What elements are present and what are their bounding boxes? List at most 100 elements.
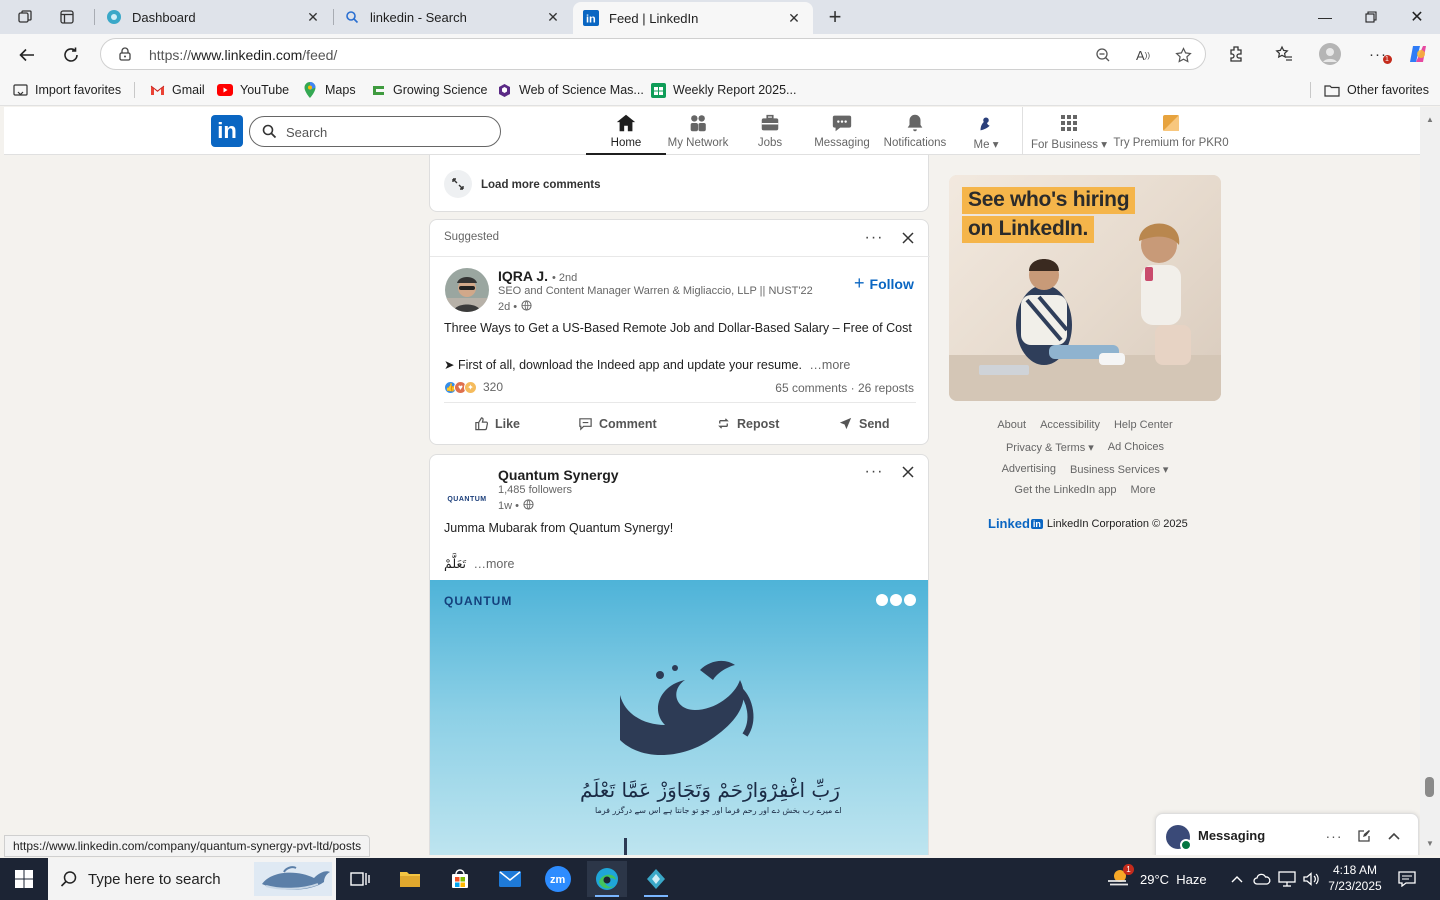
zoom-app-icon[interactable]: zm xyxy=(538,861,578,897)
footer-link-advertising[interactable]: Advertising xyxy=(1002,463,1056,476)
nav-notifications[interactable]: Notifications xyxy=(882,111,948,155)
linkedin-logo-icon[interactable]: in xyxy=(211,115,243,147)
tab-actions-icon[interactable] xyxy=(56,6,78,28)
address-bar[interactable]: https://www.linkedin.com/feed/ A)) xyxy=(100,38,1206,70)
workspaces-icon[interactable] xyxy=(14,6,36,28)
weather-widget[interactable]: 1 29°C Haze xyxy=(1106,858,1207,900)
footer-link-more[interactable]: More xyxy=(1131,484,1156,496)
like-button[interactable]: Like xyxy=(474,416,520,431)
dismiss-post-icon[interactable] xyxy=(898,462,918,482)
close-tab-icon[interactable]: ✕ xyxy=(304,8,322,26)
scroll-up-arrow-icon[interactable]: ▲ xyxy=(1424,113,1436,125)
favorite-weekly-report[interactable]: Weekly Report 2025... xyxy=(650,81,796,99)
refresh-icon[interactable] xyxy=(58,42,84,68)
author-name[interactable]: IQRA J. • 2nd xyxy=(498,268,577,284)
nav-home[interactable]: Home xyxy=(586,111,666,155)
url-text[interactable]: https://www.linkedin.com/feed/ xyxy=(149,47,337,63)
see-more-link[interactable]: …more xyxy=(473,557,514,571)
scroll-thumb[interactable] xyxy=(1425,777,1434,797)
tab-dashboard[interactable]: Dashboard ✕ xyxy=(96,2,332,32)
messaging-options-icon[interactable]: ··· xyxy=(1324,826,1344,846)
task-view-icon[interactable] xyxy=(340,861,380,897)
messaging-overlay[interactable]: Messaging ··· xyxy=(1155,813,1419,855)
footer-link-help-center[interactable]: Help Center xyxy=(1114,419,1173,431)
footer-link-ad-choices[interactable]: Ad Choices xyxy=(1108,441,1164,454)
nav-me[interactable]: Me ▾ xyxy=(964,111,1008,155)
comments-reposts-count[interactable]: 65 comments · 26 reposts xyxy=(775,381,914,395)
post-image[interactable]: QUANTUM رَبِّ اغْفِرْوَارْحَمْ وَتَجَاوَ… xyxy=(430,580,928,855)
nav-for-business[interactable]: For Business ▾ xyxy=(1031,111,1107,155)
settings-more-icon[interactable]: ··· 1 xyxy=(1366,42,1392,66)
tab-feed-linkedin[interactable]: in Feed | LinkedIn ✕ xyxy=(573,2,813,34)
network-status-icon[interactable] xyxy=(1278,858,1296,900)
copilot-icon[interactable] xyxy=(1406,42,1430,66)
favorite-web-of-science[interactable]: Web of Science Mas... xyxy=(496,81,644,99)
favorite-gmail[interactable]: Gmail xyxy=(149,81,205,99)
edge-browser-icon[interactable] xyxy=(587,861,627,897)
footer-link-accessibility[interactable]: Accessibility xyxy=(1040,419,1100,431)
taskbar-search-box[interactable]: Type here to search xyxy=(48,858,336,900)
file-explorer-icon[interactable] xyxy=(390,861,430,897)
scroll-down-arrow-icon[interactable]: ▼ xyxy=(1424,837,1436,849)
notification-center-icon[interactable] xyxy=(1398,858,1416,900)
favorite-maps[interactable]: Maps xyxy=(302,81,356,99)
maximize-icon[interactable] xyxy=(1348,0,1394,34)
favorite-star-icon[interactable] xyxy=(1173,45,1193,65)
onedrive-icon[interactable] xyxy=(1253,858,1271,900)
close-tab-icon[interactable]: ✕ xyxy=(785,9,803,27)
favorite-youtube[interactable]: YouTube xyxy=(217,81,289,99)
expand-comments-icon[interactable] xyxy=(444,170,472,198)
read-aloud-icon[interactable]: A)) xyxy=(1133,45,1153,65)
nav-messaging[interactable]: Messaging xyxy=(810,111,874,155)
linkedin-search-box[interactable] xyxy=(249,116,501,147)
minimize-icon[interactable]: — xyxy=(1302,0,1348,34)
volume-icon[interactable] xyxy=(1302,858,1320,900)
tab-linkedin-search[interactable]: linkedin - Search ✕ xyxy=(334,2,572,32)
nav-try-premium[interactable]: Try Premium for PKR0 xyxy=(1113,111,1229,155)
extensions-icon[interactable] xyxy=(1224,42,1248,66)
chevron-up-icon[interactable] xyxy=(1384,826,1404,846)
show-hidden-icons[interactable] xyxy=(1230,858,1244,900)
favorite-import[interactable]: Import favorites xyxy=(12,81,121,99)
close-tab-icon[interactable]: ✕ xyxy=(544,8,562,26)
hiring-ad-banner[interactable]: See who's hiring on LinkedIn. xyxy=(949,175,1221,401)
zoom-out-icon[interactable] xyxy=(1093,45,1113,65)
footer-link-privacy-terms[interactable]: Privacy & Terms ▾ xyxy=(1006,441,1094,454)
footer-link-about[interactable]: About xyxy=(997,419,1026,431)
new-tab-icon[interactable]: + xyxy=(824,4,846,29)
nav-my-network[interactable]: My Network xyxy=(666,111,730,155)
mail-icon[interactable] xyxy=(490,861,530,897)
back-icon[interactable] xyxy=(14,42,40,68)
follow-button[interactable]: + Follow xyxy=(854,273,914,294)
post-options-icon[interactable]: ··· xyxy=(862,462,886,482)
page-scrollbar[interactable]: ▲ ▼ xyxy=(1420,107,1440,855)
app-diamond-icon[interactable] xyxy=(636,861,676,897)
microsoft-store-icon[interactable] xyxy=(440,861,480,897)
footer-link-get-app[interactable]: Get the LinkedIn app xyxy=(1014,484,1116,496)
company-name[interactable]: Quantum Synergy xyxy=(498,467,619,483)
comment-button[interactable]: Comment xyxy=(578,416,657,431)
load-more-comments-button[interactable]: Load more comments xyxy=(481,179,601,191)
favorites-icon[interactable] xyxy=(1272,42,1296,66)
dismiss-post-icon[interactable] xyxy=(898,228,918,248)
send-button[interactable]: Send xyxy=(838,416,890,431)
compose-message-icon[interactable] xyxy=(1354,826,1374,846)
author-avatar[interactable] xyxy=(445,268,489,312)
footer-link-business-services[interactable]: Business Services ▾ xyxy=(1070,463,1168,476)
post-options-icon[interactable]: ··· xyxy=(862,228,886,248)
lock-icon[interactable] xyxy=(117,46,133,67)
close-window-icon[interactable]: ✕ xyxy=(1394,0,1440,34)
company-logo[interactable]: QUANTUM xyxy=(445,477,489,521)
see-more-link[interactable]: …more xyxy=(809,358,850,372)
maps-pin-icon xyxy=(302,82,318,98)
nav-jobs[interactable]: Jobs xyxy=(744,111,796,155)
start-button[interactable] xyxy=(0,858,48,900)
system-clock[interactable]: 4:18 AM 7/23/2025 xyxy=(1322,862,1388,894)
repost-button[interactable]: Repost xyxy=(716,416,779,431)
other-favorites[interactable]: Other favorites xyxy=(1324,81,1429,99)
profile-avatar-icon[interactable] xyxy=(1318,42,1342,66)
search-input[interactable] xyxy=(286,123,486,141)
favorite-growing-science[interactable]: Growing Science xyxy=(370,81,488,99)
reaction-summary[interactable]: 👍 ♥ ✦ 320 xyxy=(444,380,503,394)
tab-title: Feed | LinkedIn xyxy=(609,10,699,26)
